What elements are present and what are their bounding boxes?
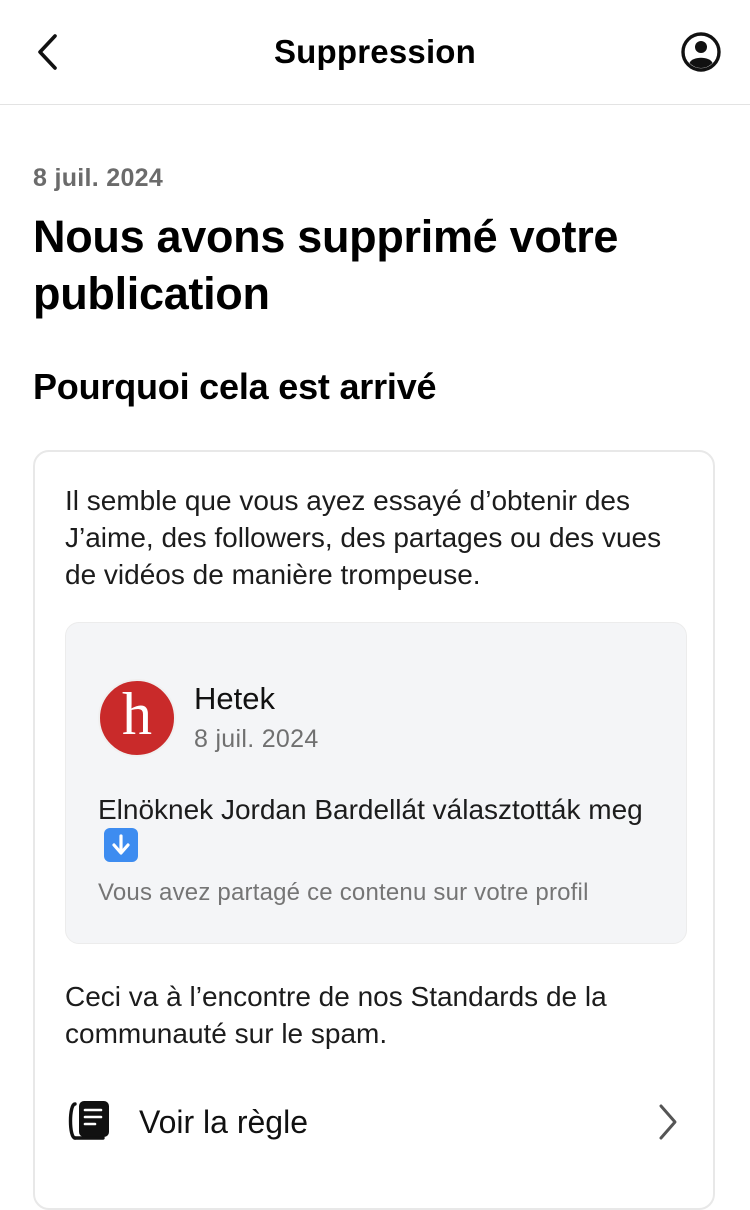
avatar: h	[98, 679, 176, 757]
post-text: Elnöknek Jordan Bardellát választották m…	[98, 794, 643, 825]
down-arrow-emoji-icon	[104, 828, 138, 862]
notice-date: 8 juil. 2024	[33, 164, 164, 192]
top-bar: Suppression	[0, 0, 750, 105]
section-title: Pourquoi cela est arrivé	[33, 366, 437, 407]
profile-button[interactable]	[680, 31, 722, 73]
page-title: Suppression	[273, 33, 477, 70]
user-circle-icon	[681, 32, 721, 72]
post-date: 8 juil. 2024	[194, 725, 319, 753]
notice-title: Nous avons supprimé votre publication	[33, 211, 619, 319]
rulebook-icon	[68, 1101, 109, 1140]
chevron-right-icon	[659, 1104, 677, 1140]
reason-text: Il semble que vous ayez essayé d’obtenir…	[65, 485, 662, 590]
post-text-block: Elnöknek Jordan Bardellát választották m…	[98, 791, 658, 865]
view-rule-label: Voir la règle	[139, 1104, 308, 1140]
avatar-letter: h	[122, 681, 152, 747]
view-rule-link[interactable]: Voir la règle	[65, 1092, 685, 1162]
reason-card: Il semble que vous ayez essayé d’obtenir…	[33, 450, 715, 1210]
removed-post-preview: h Hetek 8 juil. 2024 Elnöknek Jordan Bar…	[65, 622, 687, 944]
post-author: Hetek	[194, 681, 275, 716]
policy-text: Ceci va à l’encontre de nos Standards de…	[65, 981, 607, 1049]
shared-note: Vous avez partagé ce contenu sur votre p…	[98, 879, 589, 906]
